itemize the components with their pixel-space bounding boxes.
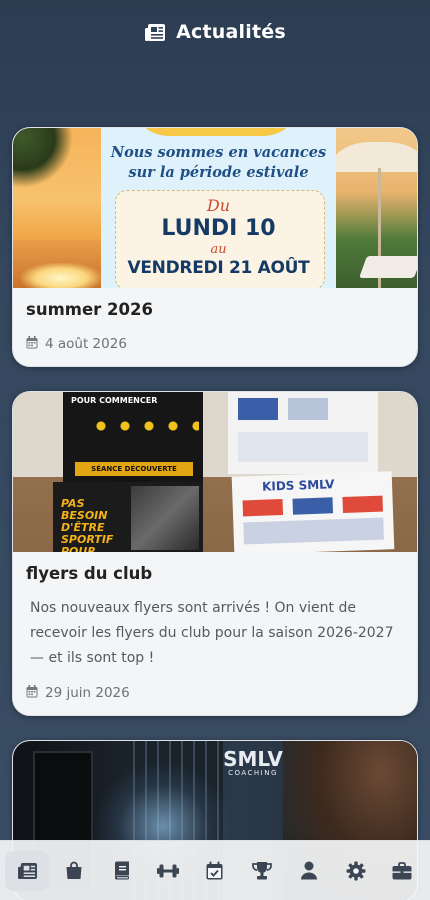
bottom-navigation xyxy=(0,840,430,900)
post-image: Nous sommes en vacances sur la période e… xyxy=(13,128,417,288)
post-title: summer 2026 xyxy=(26,300,153,319)
trophy-icon xyxy=(251,861,273,880)
gear-icon xyxy=(346,861,366,881)
calendar-icon xyxy=(26,335,38,353)
calendar-check-icon xyxy=(206,861,223,880)
news-card[interactable]: POUR COMMENCER SÉANCE DÉCOUVERTE OFFERTE… xyxy=(12,391,418,716)
flyer-kids: KIDS SMLV xyxy=(231,471,395,552)
nav-news[interactable] xyxy=(5,850,50,891)
briefcase-icon xyxy=(392,861,412,880)
flyer-dark: POUR COMMENCER SÉANCE DÉCOUVERTE OFFERTE xyxy=(63,392,203,487)
nav-book[interactable] xyxy=(99,851,143,891)
post-date-text: 29 juin 2026 xyxy=(45,685,130,701)
nav-workout[interactable] xyxy=(146,851,190,891)
flyer-dark-bottom: PAS BESOIN D'ÊTRE SPORTIF POUR xyxy=(53,482,203,552)
post-date: 29 juin 2026 xyxy=(26,671,404,715)
shopping-bag-icon xyxy=(65,861,83,880)
book-icon xyxy=(113,861,130,880)
newspaper-icon xyxy=(144,23,166,42)
flyer-white xyxy=(228,392,378,474)
app-header: Actualités xyxy=(0,0,430,64)
gym-logo: SMLV COACHING xyxy=(223,747,283,777)
nav-settings[interactable] xyxy=(334,851,378,891)
news-card[interactable]: Nous sommes en vacances sur la période e… xyxy=(12,127,418,367)
post-date-text: 4 août 2026 xyxy=(45,336,127,352)
page-title: Actualités xyxy=(176,21,286,43)
newspaper-icon xyxy=(17,862,38,880)
post-title: flyers du club xyxy=(26,564,153,583)
nav-profile[interactable] xyxy=(287,851,331,891)
dumbbell-icon xyxy=(156,863,180,879)
post-date: 4 août 2026 xyxy=(26,322,404,366)
vacation-banner: Nous sommes en vacances sur la période e… xyxy=(101,128,336,288)
nav-briefcase[interactable] xyxy=(380,851,424,891)
post-text: Nos nouveaux flyers sont arrivés ! On vi… xyxy=(30,600,394,666)
nav-trophy[interactable] xyxy=(240,851,284,891)
nav-calendar[interactable] xyxy=(193,851,237,891)
nav-shop[interactable] xyxy=(52,851,96,891)
user-icon xyxy=(300,861,318,880)
post-image: POUR COMMENCER SÉANCE DÉCOUVERTE OFFERTE… xyxy=(13,392,417,552)
news-feed: Nous sommes en vacances sur la période e… xyxy=(12,127,418,900)
calendar-icon xyxy=(26,684,38,702)
